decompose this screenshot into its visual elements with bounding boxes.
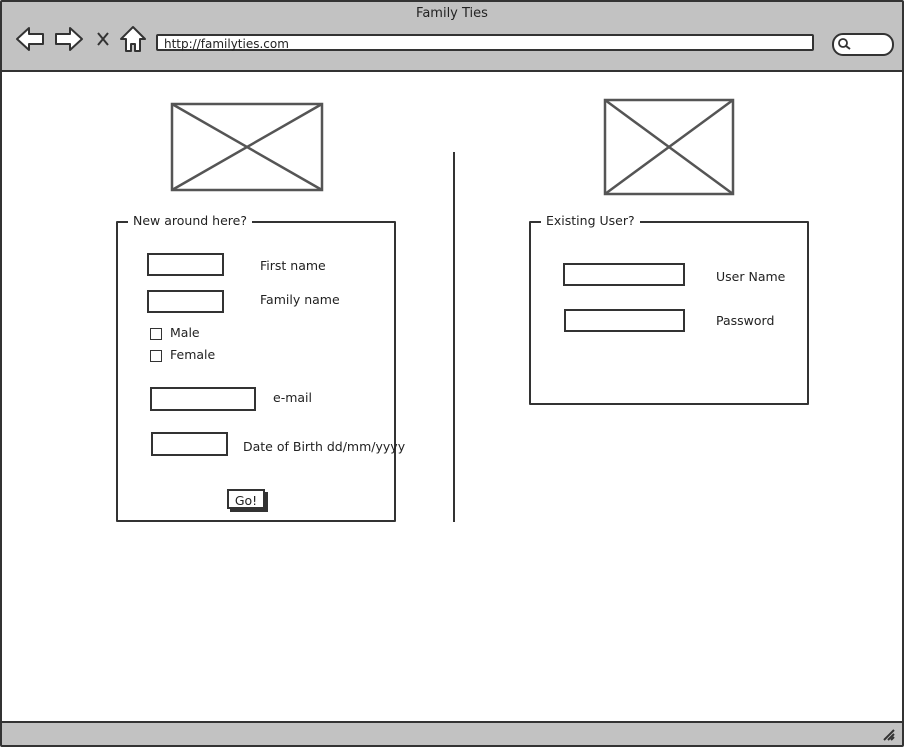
- password-label: Password: [716, 313, 775, 328]
- male-checkbox[interactable]: [150, 328, 162, 340]
- search-icon: [838, 38, 851, 50]
- email-field[interactable]: [150, 387, 256, 411]
- login-form: Existing User? User Name Password: [529, 213, 809, 405]
- female-checkbox[interactable]: [150, 350, 162, 362]
- image-placeholder-icon: [603, 98, 735, 196]
- browser-toolbar: Family Ties http://familyties.com: [2, 2, 902, 72]
- family-name-field[interactable]: [147, 290, 224, 313]
- login-legend: Existing User?: [541, 213, 640, 228]
- go-button[interactable]: Go!: [227, 489, 265, 509]
- window-title: Family Ties: [416, 6, 488, 21]
- close-icon[interactable]: [90, 24, 116, 54]
- status-bar: [2, 721, 902, 745]
- search-box[interactable]: [832, 33, 894, 56]
- username-label: User Name: [716, 269, 786, 284]
- date-of-birth-field[interactable]: [151, 432, 228, 456]
- date-of-birth-label: Date of Birth dd/mm/yyyy: [243, 439, 406, 454]
- female-label: Female: [170, 347, 216, 362]
- url-bar[interactable]: http://familyties.com: [156, 34, 814, 51]
- resize-grip-icon[interactable]: [880, 726, 896, 742]
- first-name-label: First name: [260, 258, 326, 273]
- browser-window: Family Ties http://familyties.com New ar…: [0, 0, 904, 747]
- family-name-label: Family name: [260, 292, 340, 307]
- vertical-divider: [453, 152, 455, 522]
- register-legend: New around here?: [128, 213, 252, 228]
- password-field[interactable]: [564, 309, 685, 332]
- image-placeholder-icon: [170, 102, 324, 192]
- home-icon[interactable]: [118, 24, 148, 54]
- username-field[interactable]: [563, 263, 685, 286]
- email-label: e-mail: [273, 390, 312, 405]
- back-arrow-icon[interactable]: [15, 24, 45, 54]
- register-form: New around here? First name Family name …: [116, 213, 405, 522]
- male-label: Male: [170, 325, 200, 340]
- first-name-field[interactable]: [147, 253, 224, 276]
- forward-arrow-icon[interactable]: [54, 24, 84, 54]
